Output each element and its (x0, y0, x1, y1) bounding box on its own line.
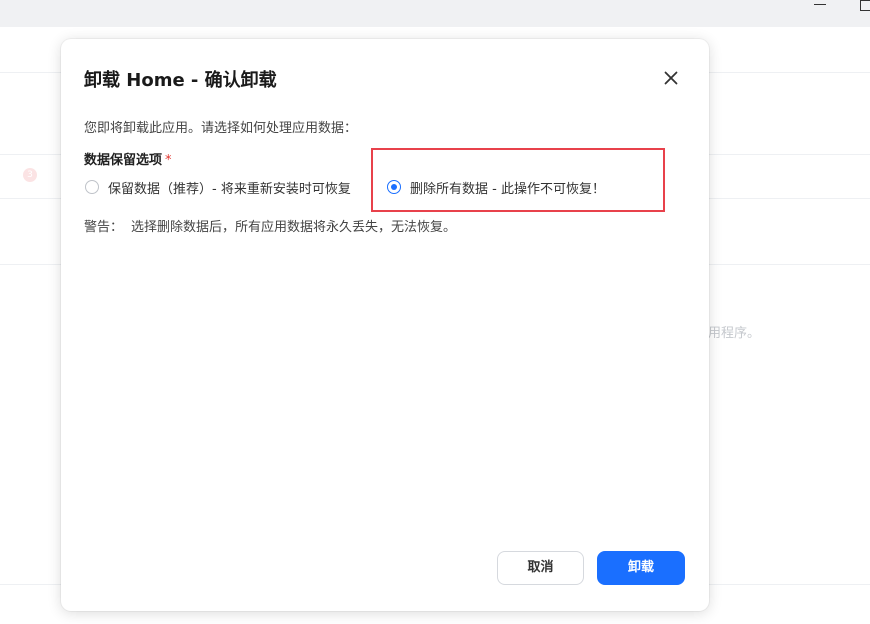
warning-message: 警告： 选择删除数据后，所有应用数据将永久丢失，无法恢复。 (84, 216, 456, 235)
warning-text: 选择删除数据后，所有应用数据将永久丢失，无法恢复。 (131, 220, 457, 235)
radio-button-delete-data[interactable] (387, 180, 401, 194)
required-mark: * (165, 153, 172, 168)
dialog-title: 卸载 Home - 确认卸载 (84, 70, 277, 91)
uninstall-button[interactable]: 卸载 (597, 551, 685, 585)
radio-label-delete-data: 删除所有数据 - 此操作不可恢复！ (410, 181, 605, 197)
radio-button-keep-data[interactable] (85, 180, 99, 194)
radio-option-delete-data[interactable]: 删除所有数据 - 此操作不可恢复！ (387, 177, 605, 197)
close-button[interactable] (659, 66, 683, 90)
maximize-icon[interactable] (858, 0, 870, 13)
uninstall-dialog: 卸载 Home - 确认卸载 您即将卸载此应用。请选择如何处理应用数据： 数据保… (61, 39, 709, 611)
dialog-description: 您即将卸载此应用。请选择如何处理应用数据： (84, 121, 358, 136)
window-titlebar (0, 0, 870, 27)
background-text: 用程序。 (708, 326, 761, 341)
close-icon (664, 71, 678, 85)
background-badge: 3 (23, 168, 37, 182)
minimize-icon[interactable] (812, 0, 828, 12)
data-retention-label-text: 数据保留选项 (84, 153, 163, 168)
cancel-button[interactable]: 取消 (497, 551, 584, 585)
radio-label-keep-data: 保留数据（推荐）- 将来重新安装时可恢复 (108, 181, 351, 197)
app-window: 3 用程序。 卸载 Home - 确认卸载 您即将卸载此应用。请选择如何处理应用… (0, 0, 870, 624)
warning-prefix: 警告： (84, 220, 124, 235)
radio-option-keep-data[interactable]: 保留数据（推荐）- 将来重新安装时可恢复 (85, 177, 351, 197)
data-retention-label: 数据保留选项 * (84, 149, 172, 168)
